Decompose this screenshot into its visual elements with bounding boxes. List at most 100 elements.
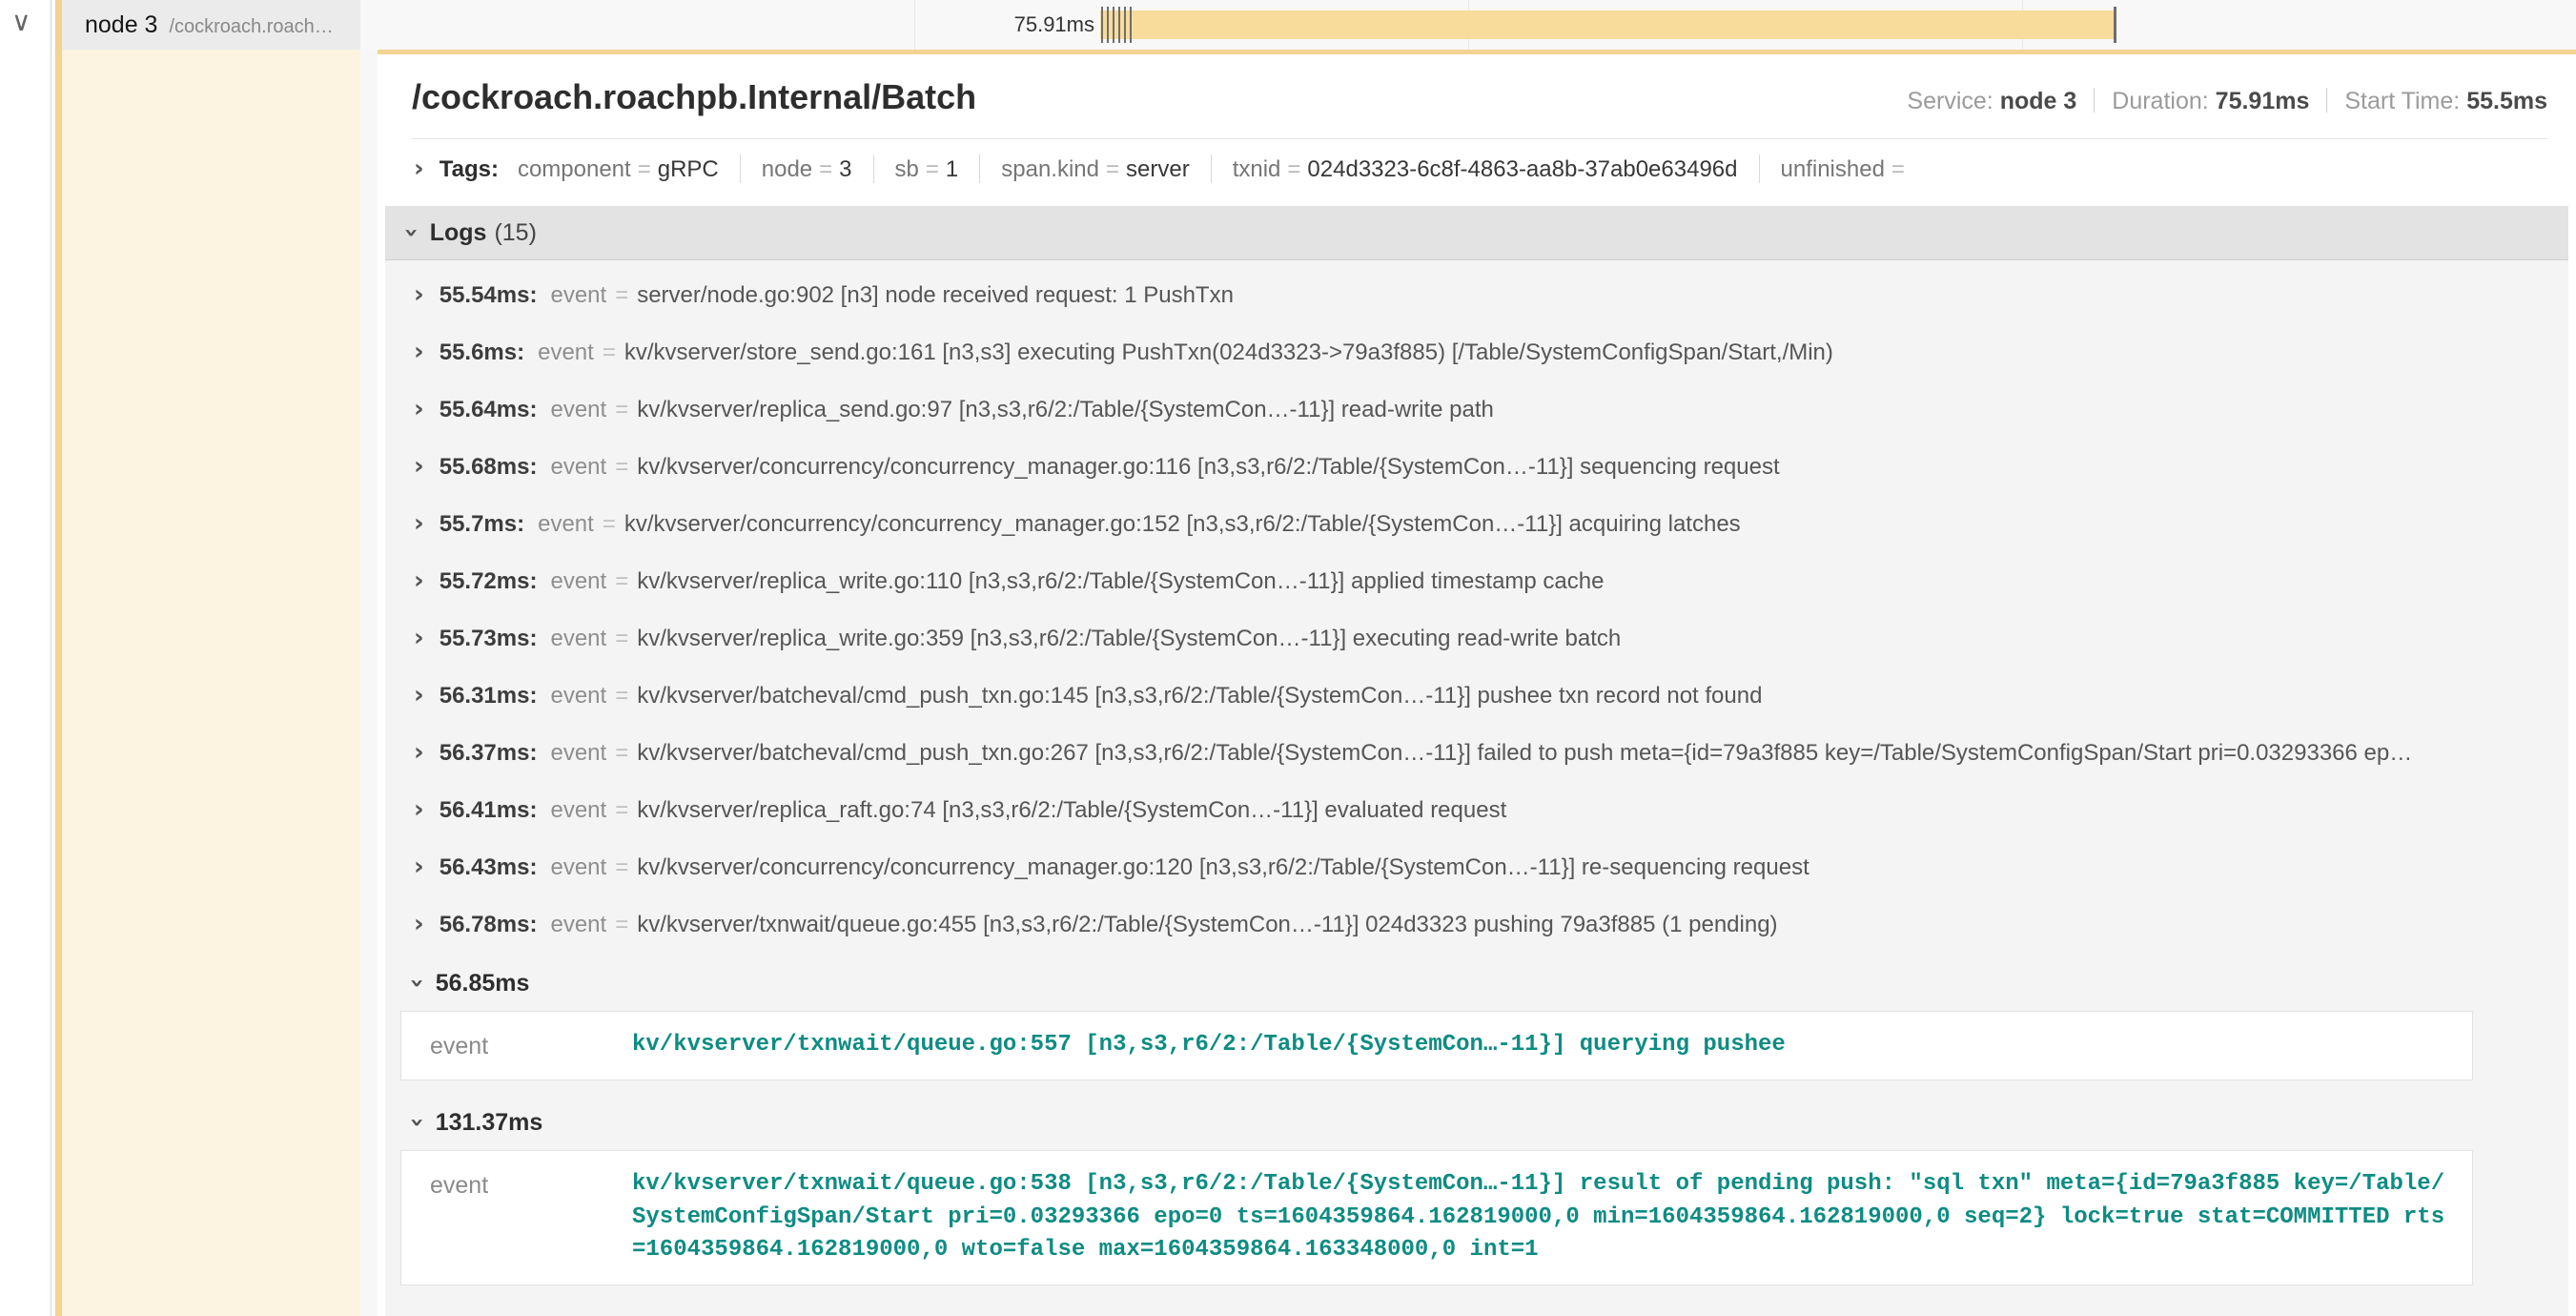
- log-field-value: kv/kvserver/store_send.go:161 [n3,s3] ex…: [624, 339, 1833, 365]
- span-duration-label: 75.91ms: [360, 0, 1094, 50]
- log-field-value: kv/kvserver/concurrency/concurrency_mana…: [637, 454, 1779, 480]
- equals-sign: =: [1891, 156, 1905, 182]
- log-field-value: kv/kvserver/replica_send.go:97 [n3,s3,r6…: [637, 397, 1494, 422]
- tag-divider: [1211, 154, 1212, 183]
- equals-sign: =: [926, 156, 939, 182]
- log-field-key: event: [550, 568, 606, 594]
- tag-item: node=3: [762, 156, 852, 182]
- log-row[interactable]: ›55.72ms:event=kv/kvserver/replica_write…: [385, 552, 2568, 609]
- tag-key: node: [762, 156, 812, 182]
- span-header-stats: Service: node 3Duration: 75.91msStart Ti…: [1907, 88, 2547, 115]
- log-row[interactable]: ›55.7ms:event=kv/kvserver/concurrency/co…: [385, 495, 2568, 552]
- log-marker-tick: [1130, 7, 1132, 43]
- log-row[interactable]: ›55.54ms:event=server/node.go:902 [n3] n…: [385, 266, 2568, 323]
- equals-sign: =: [615, 568, 628, 594]
- chevron-down-icon: ›: [397, 228, 425, 238]
- log-row[interactable]: ›55.73ms:event=kv/kvserver/replica_write…: [385, 609, 2568, 667]
- log-timestamp: 56.43ms:: [440, 854, 538, 880]
- chevron-right-icon: ›: [414, 681, 424, 709]
- log-row[interactable]: ›56.78ms:event=kv/kvserver/txnwait/queue…: [385, 895, 2568, 953]
- log-marker-tick: [1118, 7, 1120, 43]
- log-field-value: kv/kvserver/replica_write.go:110 [n3,s3,…: [637, 568, 1604, 594]
- chevron-down-icon: ›: [402, 1117, 431, 1127]
- chevron-right-icon: ›: [414, 738, 424, 767]
- log-row[interactable]: ›56.43ms:event=kv/kvserver/concurrency/c…: [385, 838, 2568, 895]
- tag-item: span.kind=server: [1001, 156, 1189, 182]
- span-duration-bar[interactable]: [1100, 10, 2115, 39]
- log-field-key: event: [550, 626, 606, 651]
- log-field-value: kv/kvserver/batcheval/cmd_push_txn.go:14…: [637, 683, 1762, 709]
- log-row[interactable]: ›56.41ms:event=kv/kvserver/replica_raft.…: [385, 781, 2568, 838]
- chevron-right-icon: ›: [414, 452, 424, 481]
- duration-value: 75.91ms: [2216, 88, 2310, 114]
- span-service-name: node 3: [85, 11, 157, 38]
- log-timestamp: 55.6ms:: [440, 339, 524, 365]
- start-time-label: Start Time:: [2344, 88, 2460, 114]
- tags-accordion[interactable]: ›Tags:component=gRPCnode=3sb=1span.kind=…: [378, 139, 2576, 193]
- chevron-right-icon: ›: [414, 853, 424, 881]
- tags-label: Tags:: [440, 156, 499, 182]
- tag-item: component=gRPC: [518, 156, 719, 182]
- log-field-value: kv/kvserver/replica_raft.go:74 [n3,s3,r6…: [637, 797, 1506, 823]
- tag-item: txnid=024d3323-6c8f-4863-aa8b-37ab0e6349…: [1233, 156, 1738, 182]
- log-timestamp: 55.64ms:: [440, 397, 538, 422]
- log-field-key: event: [401, 1151, 632, 1200]
- header-divider: [2326, 88, 2327, 113]
- log-timestamp: 55.68ms:: [440, 454, 538, 480]
- service-label: Service:: [1907, 88, 1993, 114]
- logs-count: (15): [494, 219, 536, 246]
- left-gutter: ∨: [0, 0, 51, 1316]
- tag-divider: [873, 154, 874, 183]
- tag-key: span.kind: [1001, 156, 1099, 182]
- tag-value: server: [1126, 156, 1190, 182]
- logs-list: ›55.54ms:event=server/node.go:902 [n3] n…: [385, 260, 2568, 1316]
- main-area: 75.91ms /cockroach.roachpb.Internal/Batc…: [360, 0, 2576, 1316]
- log-field-value: kv/kvserver/batcheval/cmd_push_txn.go:26…: [637, 740, 2412, 766]
- span-timeline-row[interactable]: 75.91ms: [360, 0, 2576, 50]
- equals-sign: =: [615, 854, 628, 880]
- equals-sign: =: [615, 454, 628, 480]
- logs-title: Logs: [430, 219, 487, 246]
- log-row[interactable]: ›56.31ms:event=kv/kvserver/batcheval/cmd…: [385, 667, 2568, 724]
- equals-sign: =: [819, 156, 832, 182]
- collapse-span-chevron-icon[interactable]: ∨: [11, 6, 51, 37]
- span-detail-header: /cockroach.roachpb.Internal/Batch Servic…: [378, 54, 2576, 139]
- log-event-detail-card: eventkv/kvserver/txnwait/queue.go:538 [n…: [400, 1150, 2473, 1285]
- log-field-value[interactable]: kv/kvserver/txnwait/queue.go:538 [n3,s3,…: [632, 1151, 2472, 1285]
- log-marker-tick: [1124, 7, 1126, 43]
- chevron-right-icon: ›: [414, 154, 424, 183]
- chevron-right-icon: ›: [414, 910, 424, 938]
- tag-divider: [1759, 154, 1760, 183]
- span-title: /cockroach.roachpb.Internal/Batch: [412, 77, 976, 117]
- log-field-value: kv/kvserver/replica_write.go:359 [n3,s3,…: [637, 626, 1621, 651]
- log-timestamp: 131.37ms: [436, 1109, 543, 1136]
- log-row[interactable]: ›56.37ms:event=kv/kvserver/batcheval/cmd…: [385, 724, 2568, 781]
- log-row[interactable]: ›131.39ms:event=kv/kvserver/txnwait/queu…: [385, 1297, 2568, 1316]
- log-row[interactable]: ›55.6ms:event=kv/kvserver/store_send.go:…: [385, 323, 2568, 380]
- log-field-value[interactable]: kv/kvserver/txnwait/queue.go:557 [n3,s3,…: [632, 1012, 2472, 1080]
- chevron-right-icon: ›: [414, 280, 424, 309]
- tag-value: 1: [946, 156, 958, 182]
- log-row[interactable]: ›55.64ms:event=kv/kvserver/replica_send.…: [385, 380, 2568, 438]
- trace-detail-view: ∨ node 3/cockroach.roach… 75.91ms /cockr…: [0, 0, 2576, 1316]
- span-operation-name: /cockroach.roach…: [169, 16, 333, 37]
- equals-sign: =: [603, 511, 616, 537]
- tag-item: unfinished=: [1781, 156, 1912, 182]
- tag-key: unfinished: [1781, 156, 1885, 182]
- log-event-detail-card: eventkv/kvserver/txnwait/queue.go:557 [n…: [400, 1011, 2473, 1080]
- tag-value: 024d3323-6c8f-4863-aa8b-37ab0e63496d: [1307, 156, 1737, 182]
- log-row-expanded-header[interactable]: › 131.37ms: [385, 1092, 2568, 1144]
- log-row-expanded-header[interactable]: ›56.85ms: [385, 953, 2568, 1005]
- log-row[interactable]: ›55.68ms:event=kv/kvserver/concurrency/c…: [385, 438, 2568, 495]
- chevron-right-icon: ›: [414, 338, 424, 366]
- equals-sign: =: [615, 683, 628, 709]
- tag-key: txnid: [1233, 156, 1281, 182]
- log-field-key: event: [550, 854, 606, 880]
- tag-key: component: [518, 156, 631, 182]
- logs-accordion-header[interactable]: › Logs (15): [385, 206, 2568, 260]
- equals-sign: =: [615, 912, 628, 937]
- log-field-key: event: [550, 740, 606, 766]
- span-name-cell[interactable]: node 3/cockroach.roach…: [55, 0, 360, 50]
- log-field-value: kv/kvserver/txnwait/queue.go:455 [n3,s3,…: [637, 912, 1777, 937]
- log-timestamp: 55.7ms:: [440, 511, 524, 537]
